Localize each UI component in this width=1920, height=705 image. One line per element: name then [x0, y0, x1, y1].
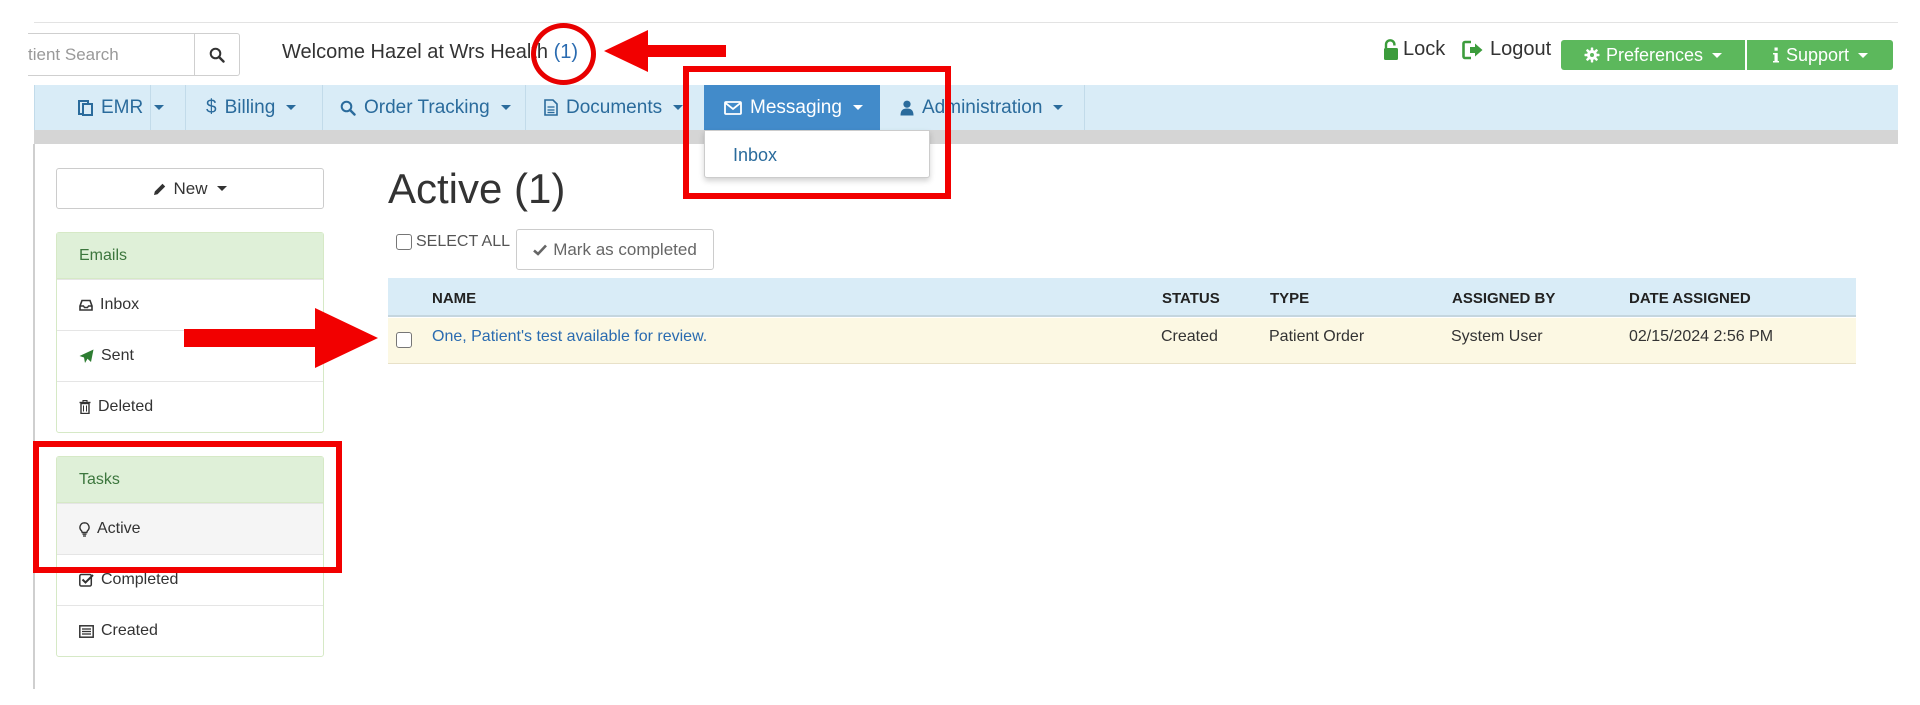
nav-documents[interactable]: Documents	[544, 85, 684, 130]
column-header-status[interactable]: STATUS	[1162, 290, 1220, 307]
chevron-down-icon	[216, 186, 227, 191]
chevron-down-icon	[1053, 105, 1064, 110]
support-button[interactable]: Support	[1747, 40, 1893, 70]
nav-billing-label: Billing	[224, 96, 276, 118]
check-icon	[533, 244, 548, 256]
nav-documents-label: Documents	[566, 96, 663, 118]
annotation-arrow-right	[184, 308, 378, 368]
new-button[interactable]: New	[56, 168, 324, 209]
column-header-name[interactable]: NAME	[432, 290, 476, 307]
task-status: Created	[1161, 328, 1218, 345]
logout-button[interactable]: Logout	[1462, 38, 1551, 61]
search-icon	[340, 100, 356, 116]
nav-order-tracking-label: Order Tracking	[364, 96, 490, 118]
inbox-icon	[79, 299, 93, 311]
nav-separator	[34, 85, 35, 130]
lock-label: Lock	[1403, 38, 1446, 60]
sidebar-item-deleted[interactable]: Deleted	[57, 381, 323, 432]
nav-order-tracking[interactable]: Order Tracking	[340, 85, 511, 130]
patient-search	[28, 33, 240, 76]
nav-underline	[34, 130, 1898, 144]
nav-separator	[1084, 85, 1085, 130]
nav-emr-label: EMR	[101, 96, 144, 118]
task-name-link[interactable]: One, Patient's test available for review…	[432, 328, 707, 346]
sidebar-item-label: Completed	[101, 571, 179, 588]
lock-button[interactable]: Lock	[1383, 38, 1445, 61]
sidebar-item-label: Created	[101, 622, 158, 639]
unlock-icon	[1384, 38, 1398, 60]
task-date-assigned: 02/15/2024 2:56 PM	[1629, 328, 1774, 345]
support-label: Support	[1785, 44, 1850, 65]
nav-separator	[525, 85, 526, 130]
main-navbar: EMR $ Billing Order Tracking Documents M…	[34, 85, 1898, 130]
chevron-down-icon	[286, 105, 297, 110]
nav-separator	[322, 85, 323, 130]
patient-search-input[interactable]	[28, 34, 194, 75]
sidebar-item-label: Deleted	[98, 398, 154, 415]
chevron-down-icon	[673, 105, 684, 110]
search-icon	[209, 47, 225, 63]
chevron-down-icon	[1858, 52, 1869, 58]
checkbox-checked-icon	[79, 573, 94, 587]
chevron-down-icon	[154, 105, 165, 110]
nav-separator	[185, 85, 186, 130]
annotation-rect-messaging	[683, 66, 951, 199]
select-all-label: SELECT ALL	[416, 233, 510, 250]
sidebar-border	[33, 144, 35, 689]
column-header-assigned-by[interactable]: ASSIGNED BY	[1452, 290, 1555, 307]
preferences-button[interactable]: Preferences	[1561, 40, 1745, 70]
logout-icon	[1462, 40, 1483, 59]
table-row[interactable]: One, Patient's test available for review…	[388, 318, 1856, 364]
annotation-rect-tasks	[33, 441, 342, 573]
column-header-date-assigned[interactable]: DATE ASSIGNED	[1629, 290, 1751, 307]
select-all-checkbox[interactable]	[396, 234, 412, 250]
row-checkbox[interactable]	[396, 332, 412, 348]
clipboard-icon	[78, 100, 93, 116]
table-header: NAME STATUS TYPE ASSIGNED BY DATE ASSIGN…	[388, 278, 1856, 317]
chevron-down-icon	[500, 105, 511, 110]
sidebar-item-label: Sent	[101, 347, 134, 364]
annotation-circle	[531, 23, 596, 85]
info-icon	[1772, 47, 1779, 63]
column-header-type[interactable]: TYPE	[1270, 290, 1309, 307]
document-icon	[544, 99, 558, 116]
new-label: New	[173, 178, 208, 198]
page-title: Active (1)	[388, 165, 566, 212]
nav-emr[interactable]: EMR	[78, 85, 165, 130]
top-divider	[34, 22, 1898, 23]
nav-billing[interactable]: $ Billing	[206, 85, 297, 130]
sidebar-item-created[interactable]: Created	[57, 605, 323, 656]
chevron-down-icon	[1712, 52, 1723, 58]
welcome-text: Welcome Hazel at Wrs Health	[282, 41, 554, 63]
mark-completed-button[interactable]: Mark as completed	[516, 229, 714, 270]
search-button[interactable]	[194, 34, 239, 75]
preferences-label: Preferences	[1605, 44, 1704, 65]
paper-plane-icon	[79, 349, 94, 363]
task-assigned-by: System User	[1451, 328, 1543, 345]
pencil-icon	[154, 183, 166, 195]
task-type: Patient Order	[1269, 328, 1365, 345]
gear-icon	[1584, 47, 1600, 63]
trash-icon	[79, 400, 91, 414]
dollar-icon: $	[206, 96, 217, 118]
list-icon	[79, 624, 94, 638]
logout-label: Logout	[1490, 38, 1552, 60]
select-all[interactable]: SELECT ALL	[396, 233, 510, 251]
emails-title: Emails	[57, 233, 323, 279]
mark-completed-label: Mark as completed	[553, 239, 697, 259]
sidebar-item-label: Inbox	[100, 296, 140, 313]
